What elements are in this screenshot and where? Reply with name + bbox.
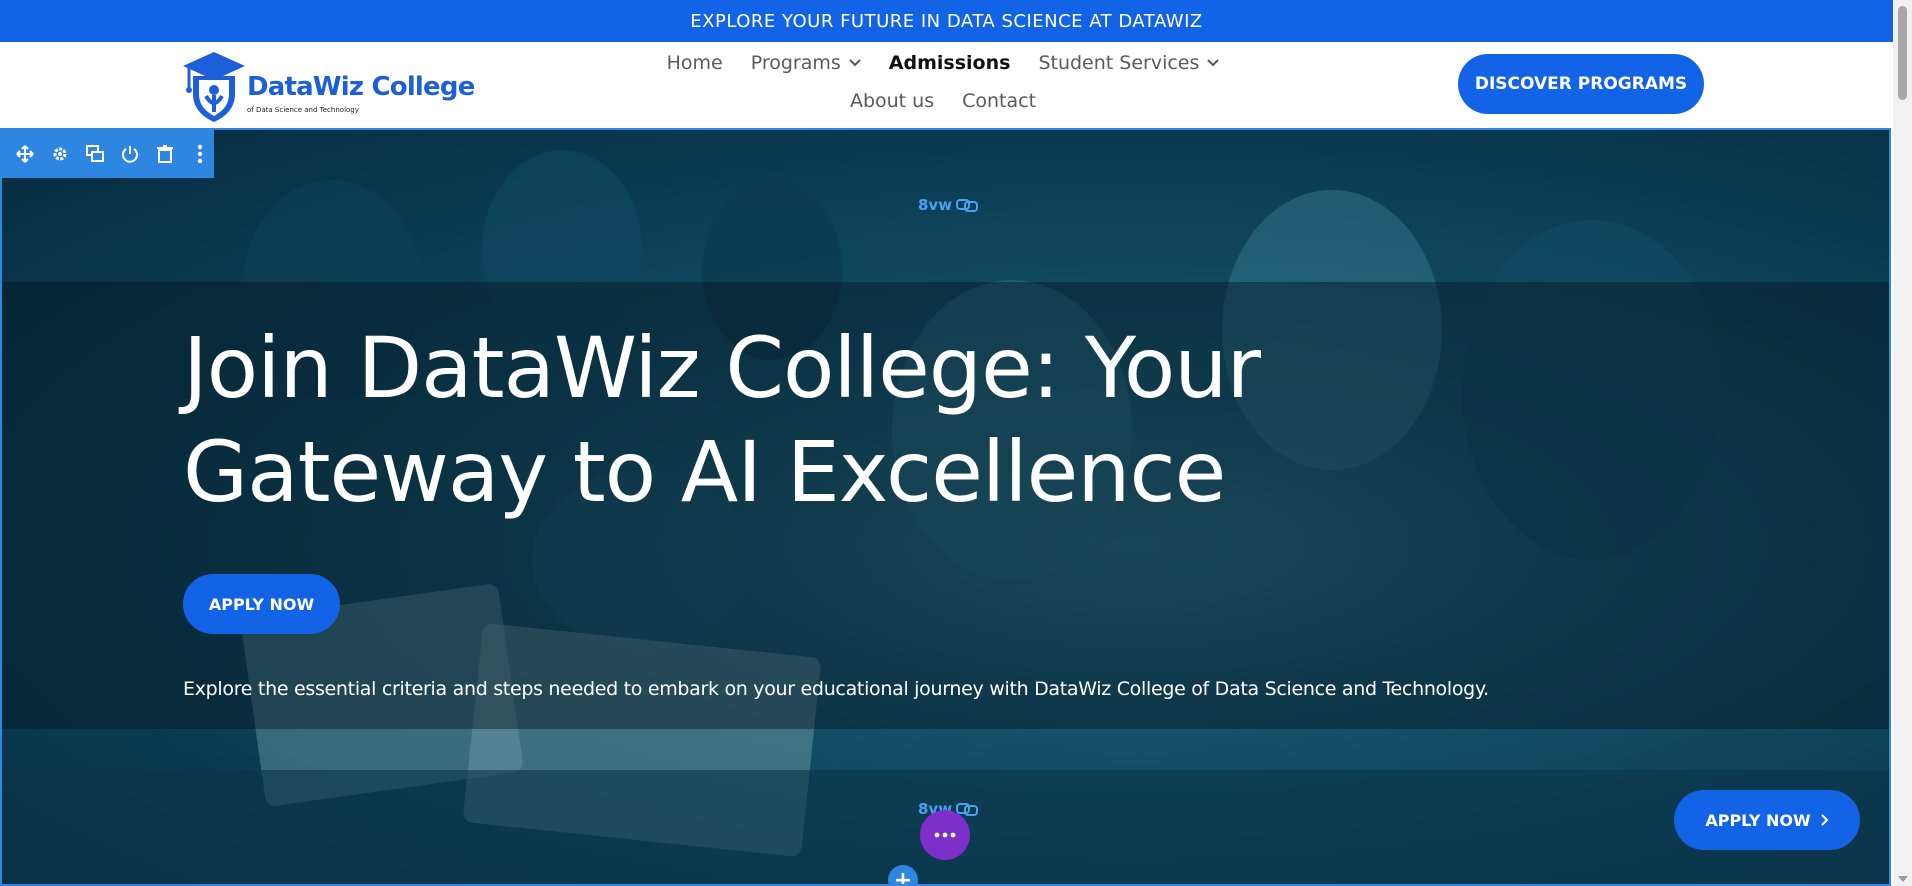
more-horizontal-icon — [934, 832, 956, 838]
link-icon — [956, 199, 979, 212]
announcement-text: EXPLORE YOUR FUTURE IN DATA SCIENCE AT D… — [690, 10, 1203, 32]
graduation-shield-icon — [183, 52, 245, 122]
nav-item-programs[interactable]: Programs — [737, 50, 875, 76]
chevron-right-icon — [1820, 814, 1829, 826]
logo[interactable]: DataWiz College of Data Science and Tech… — [181, 50, 475, 124]
more-options-button[interactable] — [920, 810, 970, 860]
logo-name: DataWiz College — [247, 72, 475, 102]
nav-item-label: Contact — [962, 90, 1037, 112]
hero-title: Join DataWiz College: Your Gateway to AI… — [183, 319, 1261, 521]
duplicate-icon[interactable] — [84, 143, 106, 165]
nav-item-label: About us — [849, 90, 935, 112]
spacing-top-value: 8vw — [918, 196, 953, 214]
announcement-bar: EXPLORE YOUR FUTURE IN DATA SCIENCE AT D… — [0, 0, 1893, 42]
scrollbar-thumb[interactable] — [1898, 6, 1907, 100]
main-nav: Home Programs Admissions Student Service… — [600, 50, 1286, 114]
plus-icon: + — [893, 867, 913, 886]
nav-item-label: Admissions — [888, 52, 1011, 74]
gear-icon[interactable] — [49, 143, 71, 165]
nav-item-label: Student Services — [1038, 52, 1200, 74]
discover-programs-button[interactable]: DISCOVER PROGRAMS — [1458, 54, 1704, 114]
nav-item-student-services[interactable]: Student Services — [1024, 50, 1233, 76]
apply-now-button[interactable]: APPLY NOW — [183, 574, 340, 634]
move-icon[interactable] — [14, 143, 36, 165]
hero-description: Explore the essential criteria and steps… — [183, 678, 1489, 700]
more-vertical-icon[interactable] — [189, 143, 211, 165]
nav-item-label: Home — [666, 52, 723, 74]
floating-apply-label: APPLY NOW — [1705, 810, 1811, 830]
spacing-top-handle[interactable]: 8vw — [918, 196, 979, 214]
site-header: DataWiz College of Data Science and Tech… — [0, 42, 1893, 128]
chevron-down-icon — [1207, 59, 1220, 67]
hero-section: 8vw Join DataWiz College: Your Gateway t… — [0, 128, 1891, 886]
nav-item-contact[interactable]: Contact — [948, 88, 1050, 114]
logo-tagline: of Data Science and Technology — [247, 106, 359, 114]
scroll-down-arrow-icon[interactable] — [1898, 876, 1908, 882]
power-icon[interactable] — [119, 143, 141, 165]
editor-toolbar — [2, 130, 214, 178]
nav-item-home[interactable]: Home — [653, 50, 737, 76]
chevron-down-icon — [849, 59, 861, 67]
page-scrollbar[interactable] — [1893, 0, 1912, 886]
floating-apply-now-button[interactable]: APPLY NOW — [1674, 790, 1860, 850]
trash-icon[interactable] — [154, 143, 176, 165]
nav-item-admissions[interactable]: Admissions — [875, 50, 1025, 76]
nav-item-label: Programs — [750, 52, 841, 74]
nav-item-about-us[interactable]: About us — [836, 88, 948, 114]
